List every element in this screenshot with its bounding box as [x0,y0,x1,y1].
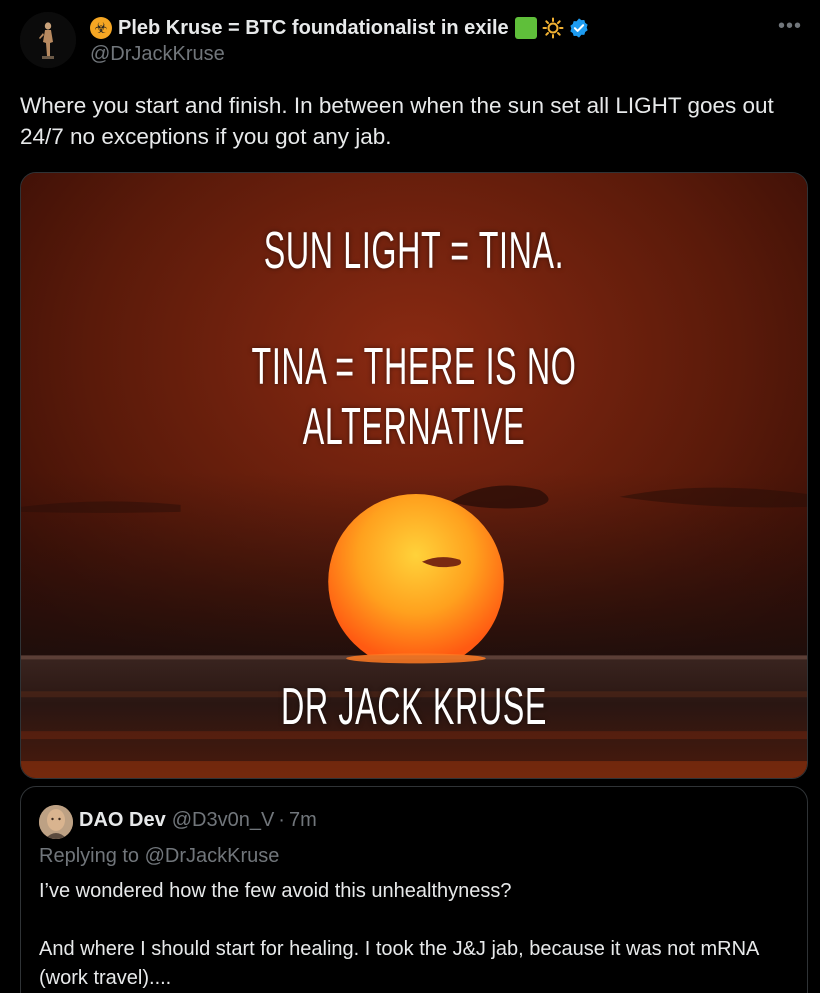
quoted-author-name[interactable]: DAO Dev [79,809,166,832]
tweet-header: ☣ Pleb Kruse = BTC foundationalist in ex… [20,12,804,72]
biohazard-icon: ☣ [90,17,112,39]
quoted-tweet[interactable]: DAO Dev @D3v0n_V · 7m Replying to @DrJac… [20,786,808,993]
more-options-icon[interactable]: ••• [776,14,804,38]
author-handle[interactable]: @DrJackKruse [90,43,225,66]
replying-to: Replying to @DrJackKruse [39,845,279,868]
image-caption-line-1: SUN LIGHT = TINA. [263,222,565,280]
tweet-image[interactable]: SUN LIGHT = TINA. TINA = THERE IS NO ALT… [20,172,808,779]
quoted-author-avatar[interactable] [39,805,73,839]
tweet-text: Where you start and finish. In between w… [20,93,774,149]
separator-dot: · [278,809,285,831]
author-display-name[interactable]: Pleb Kruse = BTC foundationalist in exil… [118,17,509,40]
replying-to-handle-link[interactable]: @DrJackKruse [145,845,280,867]
statue-avatar-image [20,12,76,68]
verified-icon[interactable] [568,17,591,40]
sun-icon [541,16,565,40]
quoted-author-handle[interactable]: @D3v0n_V [172,809,275,832]
author-avatar[interactable] [20,12,76,68]
image-caption-line-2: TINA = THERE IS NO ALTERNATIVE [251,338,577,456]
quoted-tweet-text: I’ve wondered how the few avoid this unh… [39,880,759,989]
green-square-icon [514,17,537,39]
author-name-row[interactable]: ☣ Pleb Kruse = BTC foundationalist in ex… [90,14,591,42]
image-caption-line-3: DR JACK KRUSE [280,678,548,736]
quoted-author-row: DAO Dev @D3v0n_V · 7m [79,809,317,832]
replying-to-prefix: Replying to [39,845,145,867]
quoted-timestamp[interactable]: 7m [289,809,317,832]
